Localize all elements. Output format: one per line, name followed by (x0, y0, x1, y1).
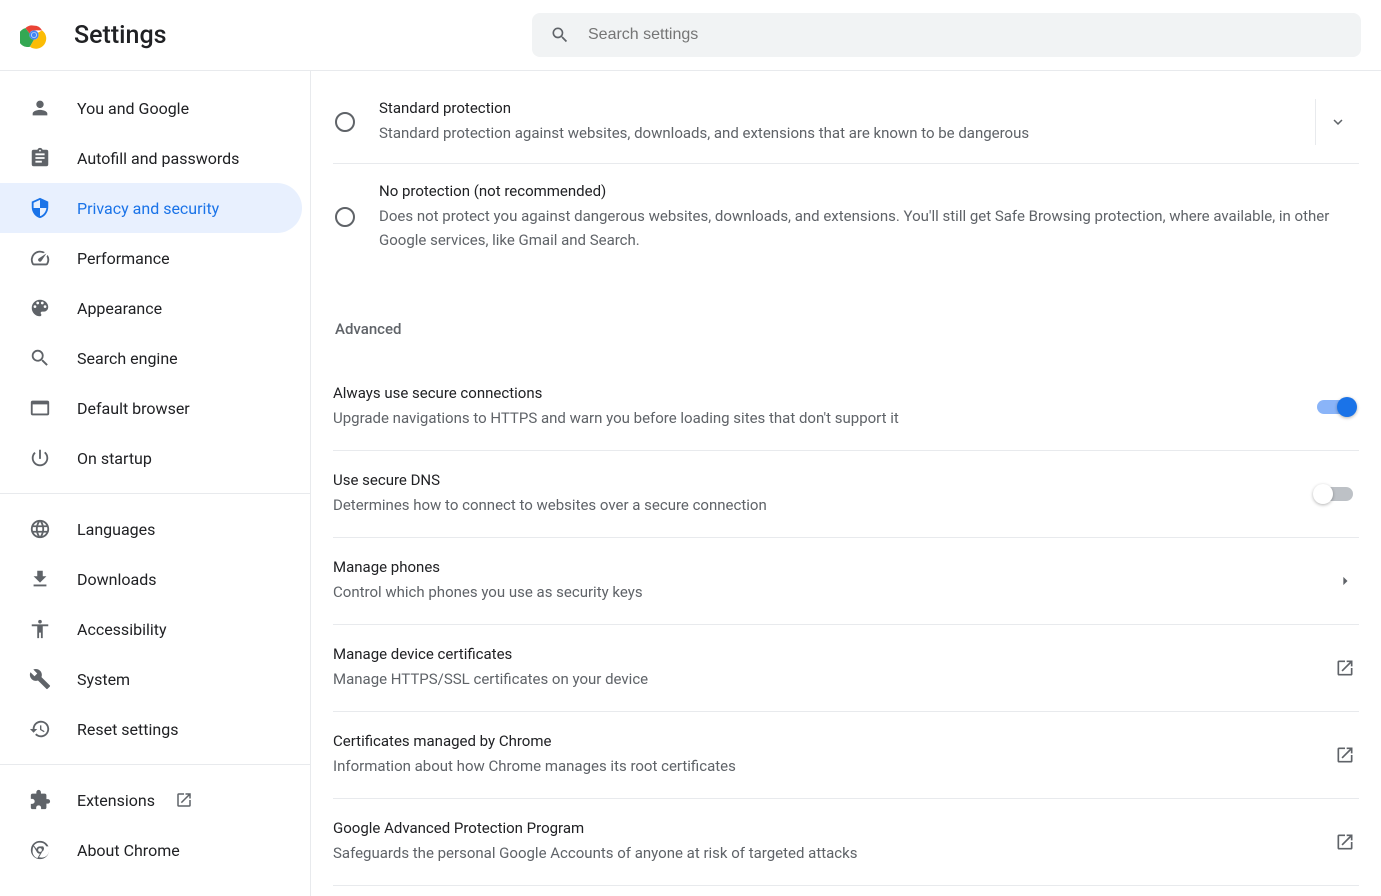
speedometer-icon (29, 247, 51, 269)
page-title: Settings (74, 21, 167, 50)
section-header: Advanced (335, 320, 1359, 338)
sidebar-item-system[interactable]: System (0, 654, 302, 704)
sidebar-item-privacy-security[interactable]: Privacy and security (0, 183, 302, 233)
radio-no-protection[interactable]: No protection (not recommended) Does not… (333, 164, 1359, 270)
globe-icon (29, 518, 51, 540)
setting-advanced-protection[interactable]: Google Advanced Protection Program Safeg… (333, 799, 1359, 886)
sidebar-item-default-browser[interactable]: Default browser (0, 383, 302, 433)
open-in-new-icon (1335, 745, 1355, 765)
row-desc: Does not protect you against dangerous w… (379, 204, 1359, 252)
row-title: Google Advanced Protection Program (333, 819, 1335, 837)
sidebar-item-label: Languages (77, 520, 155, 539)
row-title: No protection (not recommended) (379, 182, 1359, 200)
sidebar-item-label: System (77, 670, 130, 689)
sidebar-item-label: About Chrome (77, 841, 180, 860)
row-title: Certificates managed by Chrome (333, 732, 1335, 750)
row-desc: Manage HTTPS/SSL certificates on your de… (333, 667, 1335, 691)
sidebar-item-performance[interactable]: Performance (0, 233, 302, 283)
sidebar-item-appearance[interactable]: Appearance (0, 283, 302, 333)
row-desc: Upgrade navigations to HTTPS and warn yo… (333, 406, 1317, 430)
open-in-new-icon (1335, 658, 1355, 678)
row-title: Always use secure connections (333, 384, 1317, 402)
sidebar-item-autofill[interactable]: Autofill and passwords (0, 133, 302, 183)
sidebar-item-you-and-google[interactable]: You and Google (0, 83, 302, 133)
sidebar-item-label: Appearance (77, 299, 162, 318)
divider (0, 493, 310, 494)
sidebar-item-label: Downloads (77, 570, 156, 589)
radio-icon[interactable] (335, 207, 355, 227)
sidebar-item-label: Privacy and security (77, 199, 219, 218)
person-icon (29, 97, 51, 119)
divider (0, 764, 310, 765)
palette-icon (29, 297, 51, 319)
download-icon (29, 568, 51, 590)
arrow-right-icon (1335, 571, 1355, 591)
sidebar-item-search-engine[interactable]: Search engine (0, 333, 302, 383)
expand-button[interactable] (1315, 99, 1359, 145)
wrench-icon (29, 668, 51, 690)
chrome-logo-icon (20, 21, 48, 49)
radio-standard-protection[interactable]: Standard protection Standard protection … (333, 81, 1359, 164)
shield-icon (29, 197, 51, 219)
row-title: Manage phones (333, 558, 1335, 576)
extension-icon (29, 789, 51, 811)
toggle-switch[interactable] (1317, 400, 1353, 414)
toggle-switch[interactable] (1317, 487, 1353, 501)
accessibility-icon (29, 618, 51, 640)
sidebar-item-on-startup[interactable]: On startup (0, 433, 302, 483)
setting-secure-dns[interactable]: Use secure DNS Determines how to connect… (333, 451, 1359, 538)
setting-device-certificates[interactable]: Manage device certificates Manage HTTPS/… (333, 625, 1359, 712)
sidebar-item-extensions[interactable]: Extensions (0, 775, 302, 825)
row-desc: Control which phones you use as security… (333, 580, 1335, 604)
browser-icon (29, 397, 51, 419)
sidebar-item-label: Accessibility (77, 620, 167, 639)
open-in-new-icon (175, 791, 193, 809)
chevron-down-icon (1329, 113, 1347, 131)
row-desc: Determines how to connect to websites ov… (333, 493, 1317, 517)
sidebar-item-languages[interactable]: Languages (0, 504, 302, 554)
sidebar-item-label: Autofill and passwords (77, 149, 239, 168)
search-bar[interactable] (532, 13, 1361, 57)
row-desc: Standard protection against websites, do… (379, 121, 1305, 145)
main-content: Standard protection Standard protection … (310, 71, 1381, 896)
row-desc: Information about how Chrome manages its… (333, 754, 1335, 778)
row-title: Manage device certificates (333, 645, 1335, 663)
open-in-new-icon (1335, 832, 1355, 852)
search-input[interactable] (588, 26, 1343, 44)
sidebar-item-label: Search engine (77, 349, 178, 368)
restore-icon (29, 718, 51, 740)
sidebar-item-label: Default browser (77, 399, 190, 418)
sidebar-item-label: Extensions (77, 791, 155, 810)
setting-secure-connections[interactable]: Always use secure connections Upgrade na… (333, 364, 1359, 451)
sidebar-item-about[interactable]: About Chrome (0, 825, 302, 875)
sidebar-item-label: Performance (77, 249, 170, 268)
clipboard-icon (29, 147, 51, 169)
power-icon (29, 447, 51, 469)
sidebar-item-reset[interactable]: Reset settings (0, 704, 302, 754)
sidebar-item-downloads[interactable]: Downloads (0, 554, 302, 604)
setting-manage-phones[interactable]: Manage phones Control which phones you u… (333, 538, 1359, 625)
setting-chrome-certificates[interactable]: Certificates managed by Chrome Informati… (333, 712, 1359, 799)
sidebar-item-label: On startup (77, 449, 152, 468)
search-icon (550, 25, 570, 45)
radio-icon[interactable] (335, 112, 355, 132)
sidebar-item-accessibility[interactable]: Accessibility (0, 604, 302, 654)
row-desc: Safeguards the personal Google Accounts … (333, 841, 1335, 865)
row-title: Standard protection (379, 99, 1305, 117)
sidebar-item-label: Reset settings (77, 720, 178, 739)
chrome-outline-icon (29, 839, 51, 861)
sidebar: You and Google Autofill and passwords Pr… (0, 71, 310, 896)
search-icon (29, 347, 51, 369)
sidebar-item-label: You and Google (77, 99, 189, 118)
row-title: Use secure DNS (333, 471, 1317, 489)
